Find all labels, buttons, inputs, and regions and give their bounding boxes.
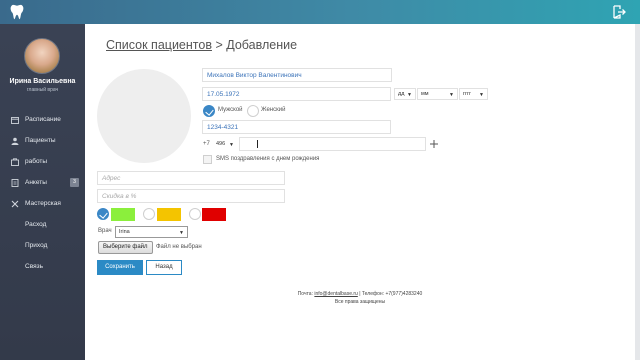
- save-button[interactable]: Сохранить: [97, 260, 143, 275]
- tools-icon: [10, 199, 19, 208]
- sidebar-item-income[interactable]: Приход: [0, 235, 85, 256]
- breadcrumb: Список пациентов > Добавление: [106, 38, 297, 52]
- avatar: [24, 38, 60, 74]
- sidebar-item-works[interactable]: работы: [0, 151, 85, 172]
- gender-male-radio[interactable]: [203, 105, 215, 117]
- sidebar-item-expense[interactable]: Расход: [0, 214, 85, 235]
- patients-icon: [10, 136, 19, 145]
- user-role: главный врач: [26, 87, 59, 93]
- sms-checkbox[interactable]: [203, 155, 212, 164]
- year-select[interactable]: гггг ▼: [459, 88, 488, 100]
- sidebar-item-label: Анкеты: [25, 179, 47, 186]
- doctor-label: Врач: [98, 228, 112, 234]
- month-select[interactable]: мм ▼: [417, 88, 458, 100]
- gender-male-label: Мужской: [218, 107, 243, 113]
- footer-phone-label: Телефон:: [361, 291, 385, 297]
- footer-rights: Все права защищены: [334, 299, 386, 305]
- color-red-radio[interactable]: [189, 208, 201, 220]
- gender-female-radio[interactable]: [247, 105, 259, 117]
- phone-code-select[interactable]: 496 ▼: [213, 139, 237, 151]
- month-select-value: мм: [421, 91, 429, 97]
- year-select-value: гггг: [463, 91, 472, 97]
- chevron-down-icon: ▼: [407, 92, 412, 98]
- sidebar-item-label: Расход: [25, 221, 47, 228]
- chevron-down-icon: ▼: [449, 92, 454, 98]
- sidebar-item-label: Связь: [25, 263, 43, 270]
- chevron-down-icon: ▼: [479, 92, 484, 98]
- patient-photo-placeholder[interactable]: [97, 69, 191, 163]
- back-button[interactable]: Назад: [146, 260, 182, 275]
- sidebar-item-schedule[interactable]: Расписание: [0, 109, 85, 130]
- full-name-field[interactable]: Михалов Виктор Валентинович: [202, 68, 392, 82]
- breadcrumb-current: Добавление: [226, 38, 298, 52]
- day-select[interactable]: дд ▼: [394, 88, 416, 100]
- breadcrumb-separator: >: [215, 38, 223, 52]
- user-name: Ирина Васильевна: [9, 78, 76, 85]
- calendar-icon: [10, 115, 19, 124]
- address-field[interactable]: Адрес: [97, 171, 285, 185]
- sidebar-item-label: работы: [25, 158, 48, 165]
- color-green-swatch: [111, 208, 135, 221]
- scrollbar[interactable]: [635, 24, 640, 360]
- folder-icon: [10, 157, 19, 166]
- sidebar-item-label: Приход: [25, 242, 48, 249]
- discount-field[interactable]: Скидка в %: [97, 189, 285, 203]
- birth-date-field[interactable]: 17.05.1972: [202, 87, 391, 101]
- sidebar: Ирина Васильевна главный врач Расписание…: [0, 24, 85, 360]
- color-green-radio[interactable]: [97, 208, 109, 220]
- day-select-value: дд: [398, 91, 405, 97]
- chevron-down-icon: ▼: [179, 230, 184, 236]
- phone-number-field[interactable]: [239, 137, 426, 151]
- chevron-down-icon: ▼: [229, 142, 234, 148]
- logout-icon[interactable]: [612, 5, 626, 19]
- gender-female-label: Женский: [261, 107, 286, 113]
- phone-code-value: 496: [216, 141, 226, 147]
- file-status: Файл не выбран: [156, 244, 202, 250]
- footer-contacts: Почта: info@dentalbase.ru | Телефон: +7(…: [85, 291, 635, 297]
- color-red-swatch: [202, 208, 226, 221]
- sidebar-item-contact[interactable]: Связь: [0, 256, 85, 277]
- choose-file-button[interactable]: Выберите файл: [98, 241, 153, 254]
- text-cursor: [257, 140, 258, 148]
- footer-phone: +7(977)4283240: [385, 291, 423, 297]
- sidebar-nav: Расписание Пациенты работы Анкеты 3 Маст…: [0, 109, 85, 277]
- sms-checkbox-label: SMS поздравления с днем рождения: [216, 156, 320, 162]
- document-icon: [10, 178, 19, 187]
- footer-email-link[interactable]: info@dentalbase.ru: [314, 291, 357, 297]
- breadcrumb-patients-link[interactable]: Список пациентов: [106, 38, 212, 52]
- doctor-select-value: Irina: [119, 229, 130, 235]
- phone-prefix: +7: [203, 141, 210, 147]
- sidebar-item-label: Расписание: [25, 116, 61, 123]
- color-yellow-radio[interactable]: [143, 208, 155, 220]
- card-number-field[interactable]: 1234-4321: [202, 120, 391, 134]
- main-content: Список пациентов > Добавление Михалов Ви…: [85, 24, 635, 360]
- sidebar-item-label: Мастерская: [25, 200, 61, 207]
- color-yellow-swatch: [157, 208, 181, 221]
- tooth-icon[interactable]: [8, 3, 26, 21]
- add-phone-icon[interactable]: [429, 139, 439, 149]
- sidebar-item-patients[interactable]: Пациенты: [0, 130, 85, 151]
- doctor-select[interactable]: Irina ▼: [115, 226, 188, 238]
- top-bar: [0, 0, 640, 24]
- footer-email-label: Почта:: [297, 291, 313, 297]
- count-badge: 3: [70, 178, 79, 187]
- sidebar-item-workshop[interactable]: Мастерская: [0, 193, 85, 214]
- sidebar-item-label: Пациенты: [25, 137, 56, 144]
- sidebar-item-forms[interactable]: Анкеты 3: [0, 172, 85, 193]
